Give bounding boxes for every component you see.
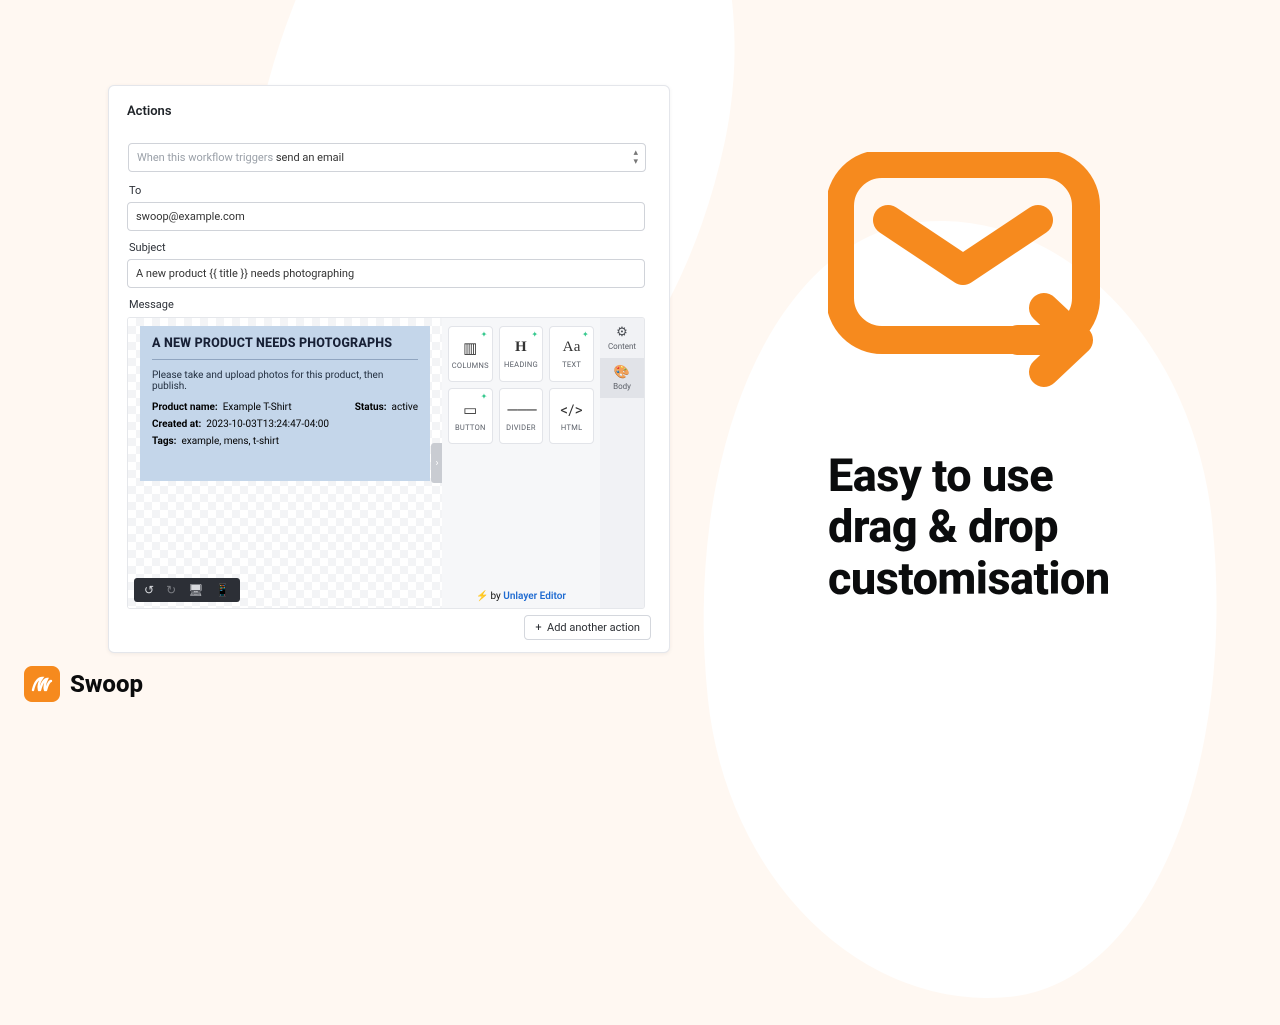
blocks-palette: ✦▥COLUMNS ✦HHEADING ✦AaTEXT ✦▭BUTTON ———… (442, 318, 600, 608)
sparkle-icon: ✦ (582, 330, 589, 339)
block-html[interactable]: </>HTML (549, 388, 594, 444)
block-button[interactable]: ✦▭BUTTON (448, 388, 493, 444)
columns-icon: ▥ (463, 339, 477, 357)
email-document[interactable]: A NEW PRODUCT NEEDS PHOTOGRAPHS Please t… (140, 326, 430, 481)
sparkle-icon: ✦ (531, 330, 538, 339)
body-icon: 🎨 (614, 365, 630, 380)
button-icon: ▭ (463, 401, 477, 419)
actions-panel: Actions When this workflow triggers send… (108, 85, 670, 653)
marketing-tagline: Easy to usedrag & dropcustomisation (828, 450, 1110, 604)
block-columns[interactable]: ✦▥COLUMNS (448, 326, 493, 382)
content-icon: ⚙ (616, 325, 628, 340)
brand-name: Swoop (70, 670, 143, 698)
to-label: To (129, 184, 651, 197)
undo-icon[interactable]: ↺ (144, 584, 154, 596)
heading-icon: H (515, 339, 527, 356)
email-row-created: Created at: 2023-10-03T13:24:47-04:00 (152, 419, 418, 430)
email-row-product: Product name: Example T-Shirt Status: ac… (152, 402, 418, 413)
chevron-updown-icon: ▴▾ (633, 149, 638, 167)
email-editor: A NEW PRODUCT NEEDS PHOTOGRAPHS Please t… (127, 317, 645, 609)
block-heading[interactable]: ✦HHEADING (499, 326, 544, 382)
subject-field[interactable] (127, 259, 645, 288)
bolt-icon: ⚡ (476, 591, 488, 602)
unlayer-link[interactable]: Unlayer Editor (503, 591, 566, 602)
mail-forward-icon (828, 152, 1128, 392)
block-divider[interactable]: ———DIVIDER (499, 388, 544, 444)
editor-tab-rail: ⚙Content 🎨Body (600, 318, 644, 608)
mobile-icon[interactable]: 📱 (215, 584, 230, 596)
email-heading: A NEW PRODUCT NEEDS PHOTOGRAPHS (152, 336, 418, 351)
panel-title: Actions (127, 104, 651, 119)
editor-canvas[interactable]: A NEW PRODUCT NEEDS PHOTOGRAPHS Please t… (128, 318, 442, 608)
trigger-select[interactable]: When this workflow triggers send an emai… (128, 143, 646, 172)
tab-body[interactable]: 🎨Body (600, 358, 644, 398)
to-field[interactable] (127, 202, 645, 231)
sparkle-icon: ✦ (481, 330, 488, 339)
code-icon: </> (560, 401, 583, 419)
sparkle-icon: ✦ (481, 392, 488, 401)
brand-logo: Swoop (24, 666, 143, 702)
trigger-prefix: When this workflow triggers (137, 151, 276, 164)
editor-credit: ⚡by Unlayer Editor (442, 591, 600, 602)
trigger-action: send an email (276, 151, 344, 164)
add-action-button[interactable]: + Add another action (524, 615, 651, 640)
email-instruction: Please take and upload photos for this p… (152, 370, 418, 392)
block-text[interactable]: ✦AaTEXT (549, 326, 594, 382)
text-icon: Aa (563, 339, 581, 356)
viewport-toolbar: ↺ ↻ 🖥 📱 (134, 578, 240, 602)
desktop-icon[interactable]: 🖥 (188, 584, 203, 596)
redo-icon[interactable]: ↻ (166, 584, 176, 596)
email-row-tags: Tags: example, mens, t-shirt (152, 436, 418, 447)
divider-icon: ——— (506, 401, 535, 419)
message-label: Message (129, 298, 651, 311)
subject-label: Subject (129, 241, 651, 254)
brand-mark (24, 666, 60, 702)
divider-line (152, 359, 418, 360)
tab-content[interactable]: ⚙Content (600, 318, 644, 358)
